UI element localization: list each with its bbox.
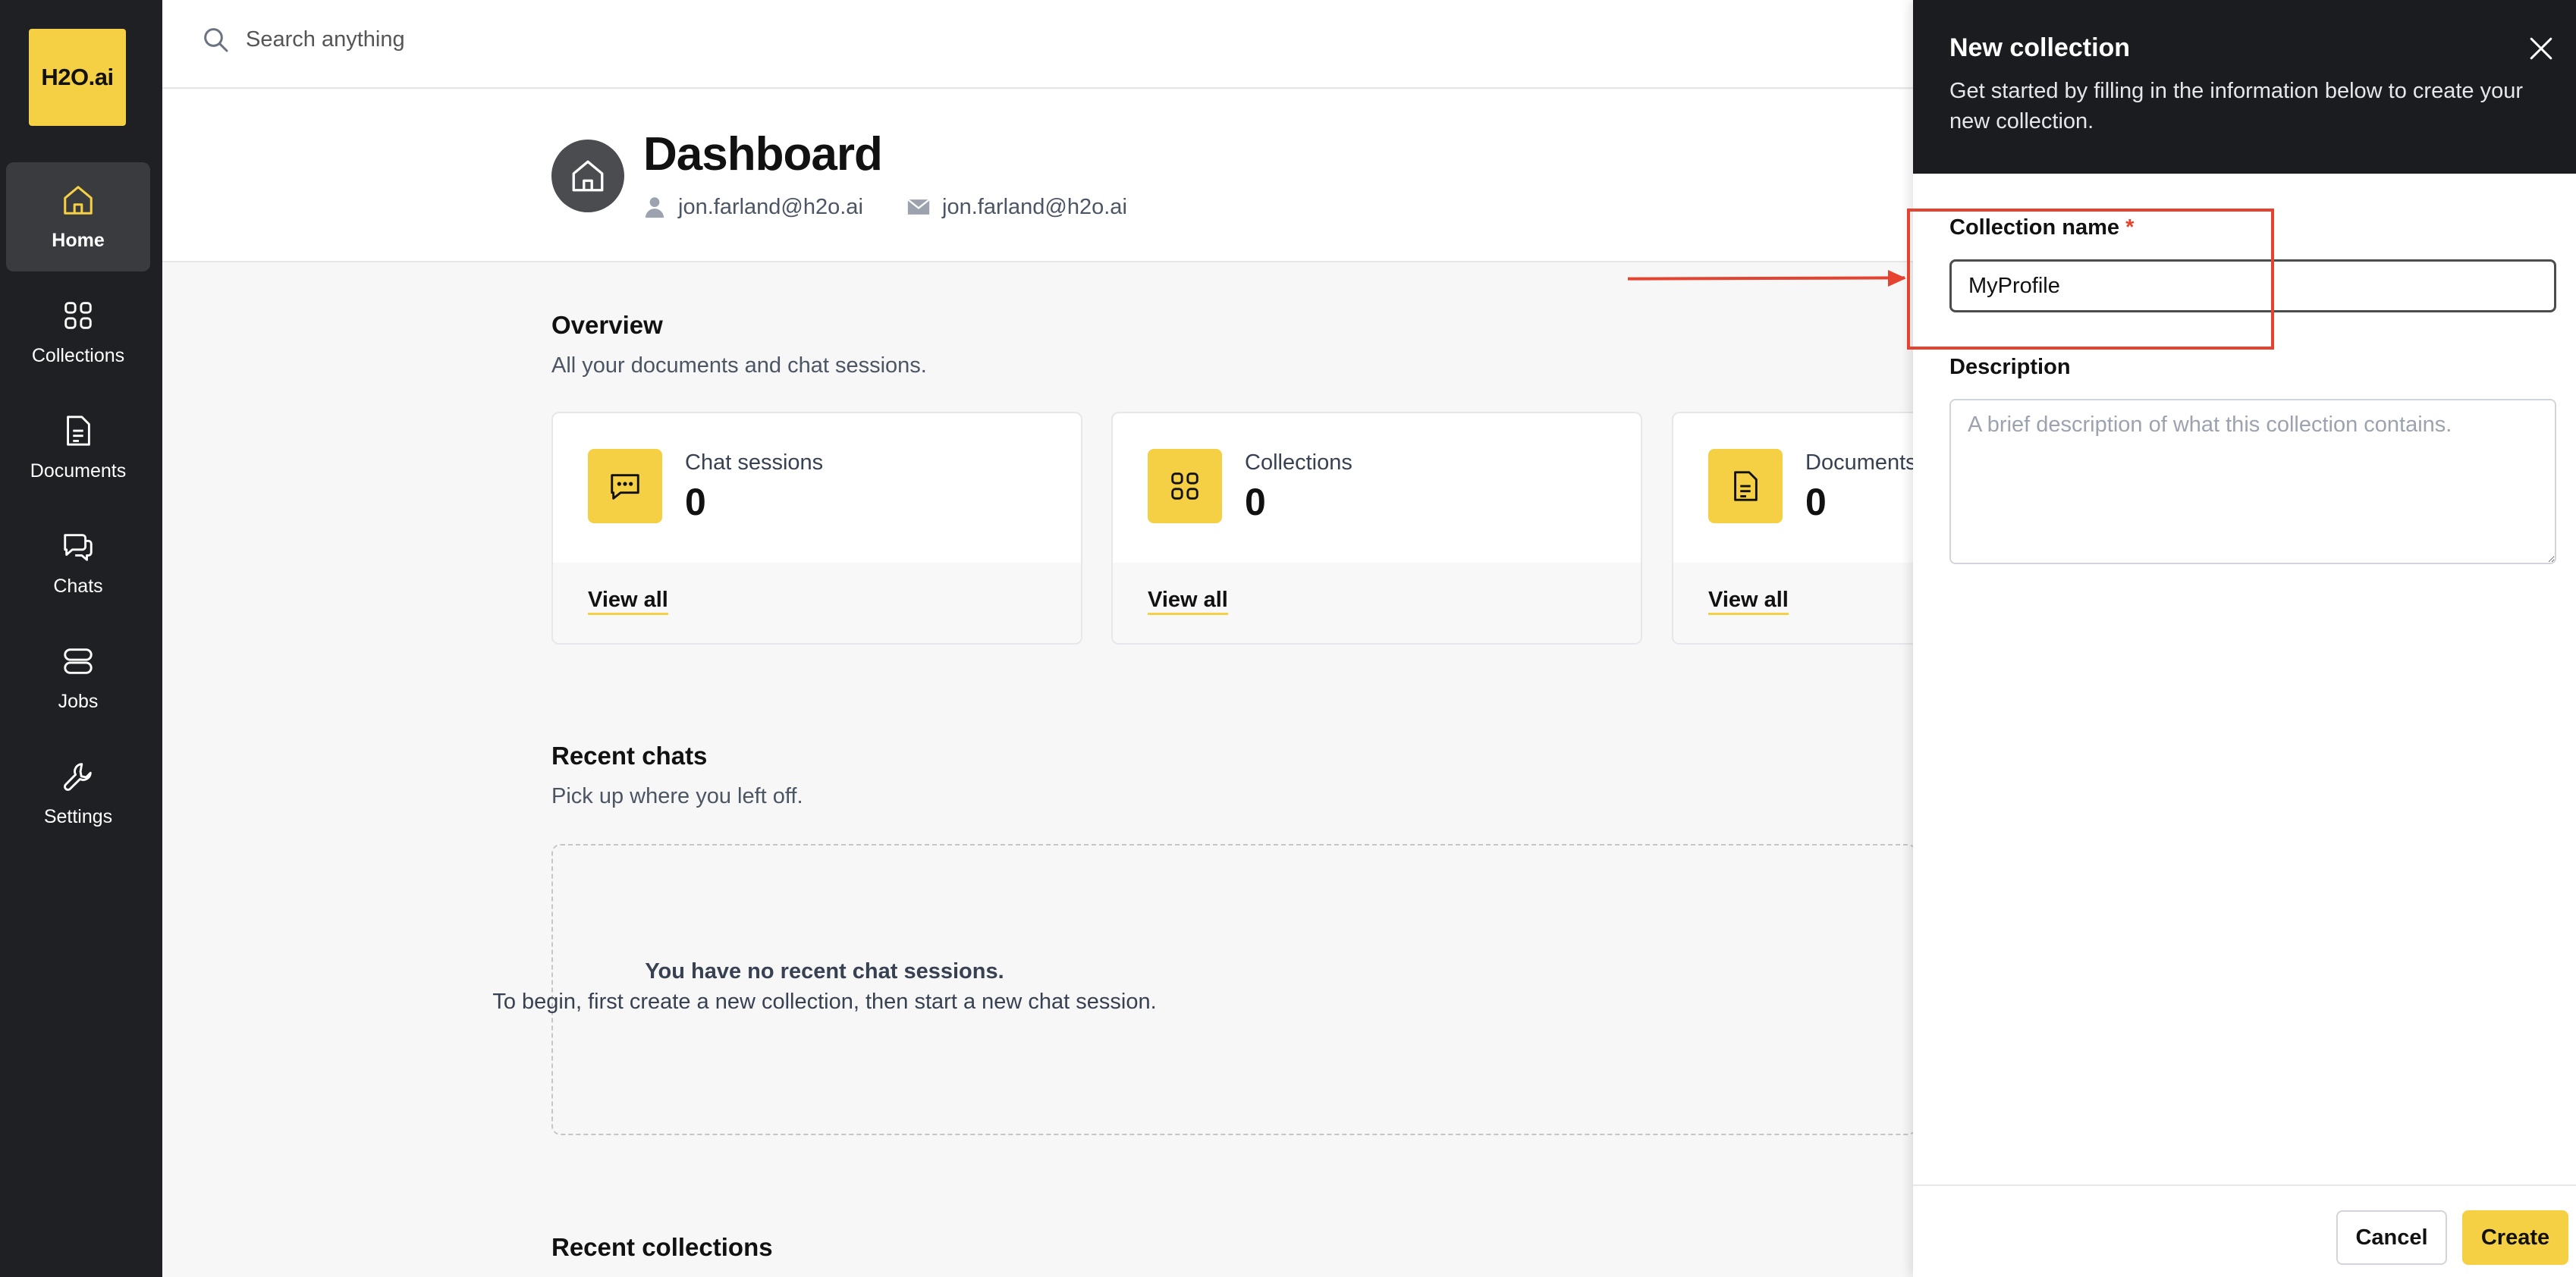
server-icon [64,648,93,674]
description-label: Description [1949,355,2071,379]
wrench-icon [64,762,92,791]
sidebar: H2O.ai Home Collections Documents Chats … [0,0,162,1277]
description-textarea[interactable] [1949,399,2556,564]
document-icon [67,415,90,446]
create-button[interactable]: Create [2462,1210,2568,1265]
sidebar-item-label: Home [52,229,105,251]
chat-icon [64,533,93,561]
cancel-button[interactable]: Cancel [2336,1210,2447,1265]
recent-chats-subtitle: Pick up where you left off. [551,784,803,808]
overview-subtitle: All your documents and chat sessions. [551,353,927,378]
collection-name-label: Collection name * [1949,215,2134,240]
drawer-footer: Cancel Create [1913,1184,2576,1277]
drawer-description: Get started by filling in the informatio… [1949,79,2523,133]
view-all-collections-link[interactable]: View all [1148,588,1228,615]
card-chat-sessions: Chat sessions 0 View all [551,412,1082,645]
user-meta: jon.farland@h2o.ai [642,194,863,220]
drawer-title: New collection [1949,33,2131,62]
avatar [551,140,624,212]
sidebar-item-label: Jobs [58,690,99,712]
card-value: 0 [685,481,706,523]
close-button[interactable] [2524,32,2558,65]
card-value: 0 [1245,481,1266,523]
sidebar-item-label: Documents [30,460,127,482]
grid-icon [64,301,92,329]
card-icon-box [1148,449,1222,523]
search-input[interactable] [246,21,928,58]
view-all-documents-link[interactable]: View all [1708,588,1789,615]
page-title: Dashboard [643,128,883,180]
email-meta: jon.farland@h2o.ai [906,194,1127,220]
overview-title: Overview [551,311,663,339]
search-icon [204,28,228,52]
card-label: Documents [1805,450,1917,475]
card-footer: View all [553,563,1081,643]
empty-state-subtitle: To begin, first create a new collection,… [492,990,1157,1014]
user-icon [645,197,664,218]
card-icon-box [588,449,662,523]
sidebar-item-label: Settings [43,805,113,827]
card-label: Chat sessions [685,450,824,475]
close-icon [2530,37,2552,60]
sidebar-item-label: Collections [31,344,125,366]
annotation-arrow-line [1627,276,1905,281]
mail-icon [907,199,930,215]
card-footer: View all [1113,563,1641,643]
document-icon [1734,471,1758,501]
home-icon [572,160,604,192]
drawer-header: New collection Get started by filling in… [1913,0,2576,174]
empty-state-title: You have no recent chat sessions. [645,959,1004,984]
card-icon-box [1708,449,1783,523]
home-icon [64,185,93,215]
card-collections: Collections 0 View all [1111,412,1642,645]
sidebar-item-jobs[interactable]: Jobs [6,623,150,733]
chat-bubble-icon [611,474,639,500]
annotation-arrow-head [1888,270,1906,287]
sidebar-item-chats[interactable]: Chats [6,508,150,617]
sidebar-item-label: Chats [53,575,103,597]
required-asterisk: * [2125,215,2135,240]
collection-name-input[interactable] [1949,259,2556,312]
card-value: 0 [1805,481,1827,523]
view-all-chat-sessions-link[interactable]: View all [588,588,668,615]
card-label: Collections [1245,450,1352,475]
username-text: jon.farland@h2o.ai [678,194,863,219]
sidebar-item-home[interactable]: Home [6,162,150,271]
recent-chats-title: Recent chats [551,742,708,770]
email-text: jon.farland@h2o.ai [942,194,1127,219]
collection-name-label-text: Collection name [1949,215,2119,240]
grid-icon [1171,472,1198,500]
new-collection-drawer: New collection Get started by filling in… [1913,0,2576,1277]
sidebar-item-collections[interactable]: Collections [6,278,150,387]
logo[interactable]: H2O.ai [29,29,126,126]
sidebar-item-documents[interactable]: Documents [6,393,150,502]
sidebar-item-settings[interactable]: Settings [6,739,150,848]
recent-collections-title: Recent collections [551,1233,773,1261]
